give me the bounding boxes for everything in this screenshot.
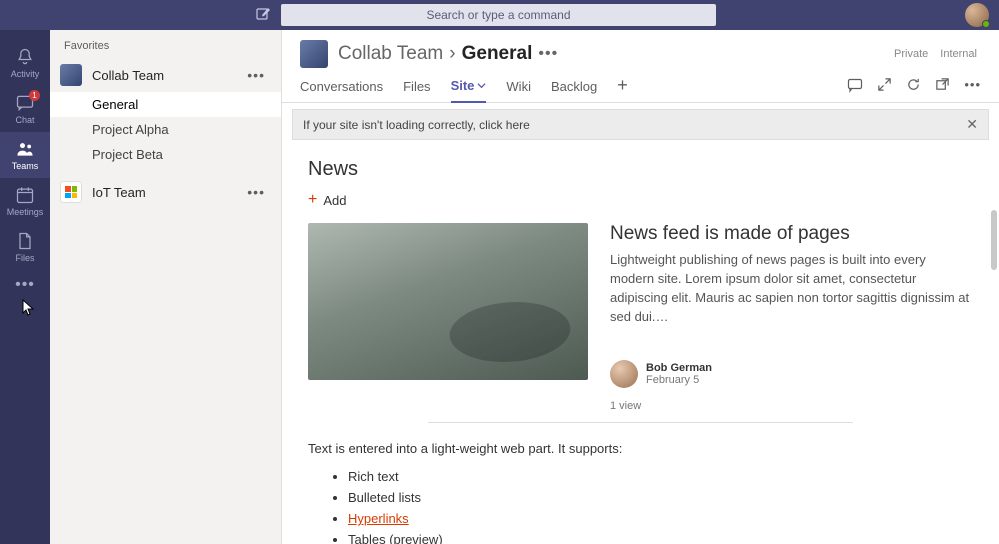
news-heading: News	[308, 158, 973, 181]
channel-avatar-icon	[300, 40, 328, 68]
chevron-down-icon	[477, 81, 486, 90]
team-avatar-icon	[60, 64, 82, 86]
rail-files[interactable]: Files	[0, 224, 50, 270]
add-tab-button[interactable]: +	[617, 75, 628, 102]
team-more-icon[interactable]: •••	[241, 184, 271, 200]
team-avatar-icon	[60, 181, 82, 203]
rail-meetings[interactable]: Meetings	[0, 178, 50, 224]
channel-project-alpha[interactable]: Project Alpha	[50, 117, 281, 142]
team-collab[interactable]: Collab Team •••	[50, 58, 281, 92]
channel-general[interactable]: General	[50, 92, 281, 117]
list-item: Bulleted lists	[348, 487, 973, 508]
compose-icon[interactable]	[255, 7, 271, 23]
feature-list: Rich text Bulleted lists Hyperlinks Tabl…	[308, 466, 973, 544]
add-label: Add	[323, 193, 346, 208]
list-item: Rich text	[348, 466, 973, 487]
rail-teams[interactable]: Teams	[0, 132, 50, 178]
tab-bar: Conversations Files Site Wiki Backlog + …	[282, 68, 999, 103]
teams-sidebar: Favorites Collab Team ••• General Projec…	[50, 30, 282, 544]
list-item: Tables (preview)	[348, 529, 973, 544]
tab-wiki[interactable]: Wiki	[506, 75, 531, 102]
article-description: Lightweight publishing of news pages is …	[610, 251, 973, 326]
article-views: 1 view	[610, 400, 973, 412]
rail-label: Meetings	[7, 207, 44, 217]
team-more-icon[interactable]: •••	[241, 67, 271, 83]
refresh-icon[interactable]	[906, 77, 921, 93]
privacy-badges: Private Internal	[890, 47, 981, 61]
badge-private: Private	[890, 47, 932, 61]
tab-site[interactable]: Site	[451, 74, 487, 103]
plus-icon: +	[308, 191, 317, 209]
info-banner[interactable]: If your site isn't loading correctly, cl…	[292, 109, 989, 140]
article-date: February 5	[646, 374, 712, 386]
article-author: Bob German February 5	[610, 360, 973, 388]
add-news-button[interactable]: + Add	[308, 191, 973, 209]
divider	[428, 422, 853, 423]
main-panel: Collab Team › General ••• Private Intern…	[282, 30, 999, 544]
popout-icon[interactable]	[935, 77, 950, 93]
rail-label: Activity	[11, 69, 40, 79]
rail-label: Teams	[12, 161, 39, 171]
sidebar-header: Favorites	[50, 30, 281, 58]
article-title: News feed is made of pages	[610, 223, 973, 245]
rail-label: Chat	[15, 115, 34, 125]
rail-label: Files	[15, 253, 34, 263]
chat-badge: 1	[29, 90, 40, 101]
breadcrumb-more-icon[interactable]: •••	[538, 45, 558, 63]
tab-more-icon[interactable]: •••	[964, 77, 981, 93]
rail-more-icon[interactable]: •••	[15, 276, 35, 294]
presence-indicator	[982, 20, 990, 28]
search-input[interactable]: Search or type a command	[281, 4, 716, 26]
rail-activity[interactable]: Activity	[0, 40, 50, 86]
team-name: IoT Team	[92, 185, 231, 200]
author-avatar	[610, 360, 638, 388]
rail-chat[interactable]: 1 Chat	[0, 86, 50, 132]
app-rail: Activity 1 Chat Teams Meetings Files •••	[0, 30, 50, 544]
team-name: Collab Team	[92, 68, 231, 83]
hyperlinks-link[interactable]: Hyperlinks	[348, 511, 409, 526]
tab-conversations[interactable]: Conversations	[300, 75, 383, 102]
expand-icon[interactable]	[877, 77, 892, 93]
channel-project-beta[interactable]: Project Beta	[50, 142, 281, 167]
team-iot[interactable]: IoT Team •••	[50, 175, 281, 209]
breadcrumb-channel: General	[462, 43, 533, 65]
chevron-right-icon: ›	[449, 43, 455, 65]
breadcrumb-team[interactable]: Collab Team	[338, 43, 443, 65]
scrollbar-thumb[interactable]	[991, 210, 997, 270]
reply-icon[interactable]	[847, 77, 863, 93]
webpart-intro: Text is entered into a light-weight web …	[308, 441, 973, 456]
news-article[interactable]: News feed is made of pages Lightweight p…	[308, 223, 973, 412]
tab-content: News + Add News feed is made of pages Li…	[282, 140, 999, 544]
badge-internal: Internal	[936, 47, 981, 61]
tab-files[interactable]: Files	[403, 75, 430, 102]
list-item: Hyperlinks	[348, 508, 973, 529]
breadcrumb: Collab Team › General •••	[338, 43, 558, 65]
author-name: Bob German	[646, 362, 712, 374]
title-bar: Search or type a command	[0, 0, 999, 30]
tab-backlog[interactable]: Backlog	[551, 75, 597, 102]
article-thumbnail	[308, 223, 588, 380]
channel-header: Collab Team › General ••• Private Intern…	[282, 30, 999, 68]
banner-text: If your site isn't loading correctly, cl…	[303, 118, 530, 132]
close-icon[interactable]: ✕	[966, 116, 978, 133]
